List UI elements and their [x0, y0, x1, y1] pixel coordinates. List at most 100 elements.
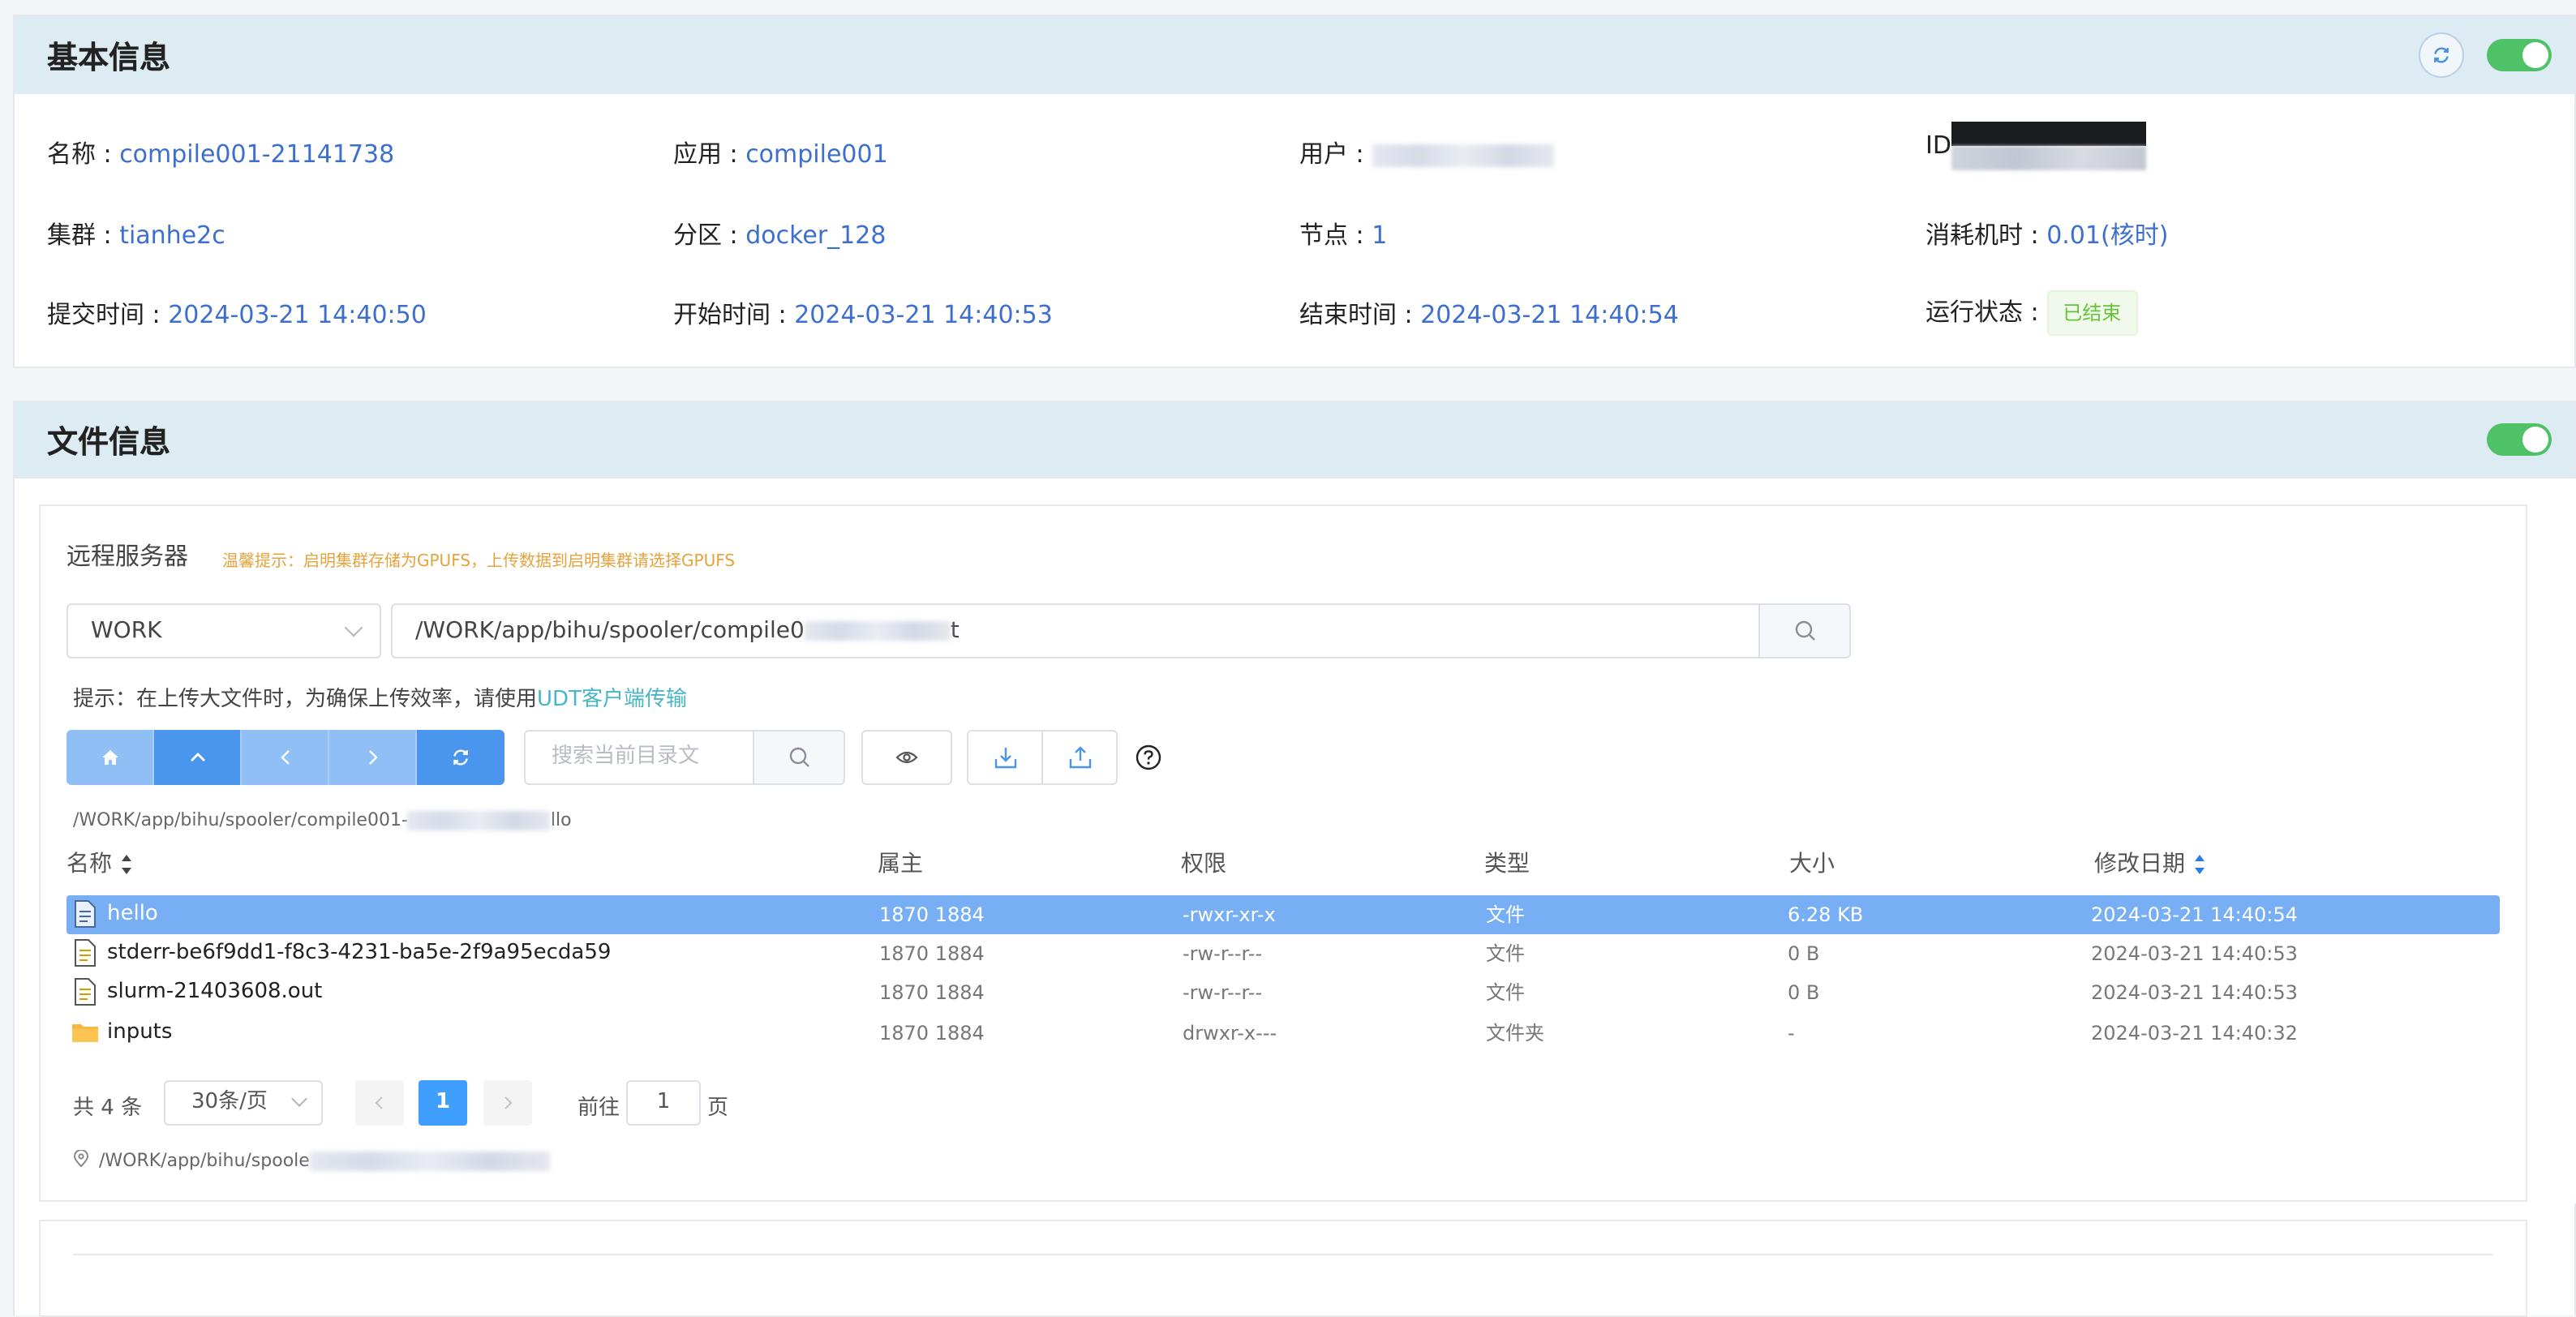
- id-value-redacted: [1951, 122, 2146, 170]
- file-info-title: 文件信息: [47, 424, 171, 460]
- chevron-down-icon: [344, 618, 363, 637]
- path-redacted: [804, 621, 951, 641]
- cost-field: 消耗机时 : 0.01(核时): [1926, 217, 2168, 251]
- submit-time-label: 提交时间 :: [47, 300, 169, 329]
- current-location-path: /WORK/app/bihu/spoole: [99, 1150, 310, 1171]
- reload-button[interactable]: [417, 730, 504, 785]
- id-field: ID: [1926, 122, 2146, 170]
- forward-button[interactable]: [329, 730, 417, 785]
- toggle-knob: [2522, 427, 2548, 453]
- file-type: 文件: [1486, 903, 1526, 926]
- file-name: hello: [107, 902, 158, 926]
- search-icon: [788, 747, 809, 767]
- start-time-value: 2024-03-21 14:40:53: [794, 300, 1053, 329]
- storage-select-value: WORK: [91, 618, 162, 644]
- start-time-label: 开始时间 :: [673, 300, 795, 329]
- download-button[interactable]: [967, 730, 1043, 785]
- chevron-left-icon: [375, 1096, 383, 1109]
- file-perm: -rwxr-xr-x: [1183, 903, 1276, 926]
- refresh-icon: [453, 749, 468, 766]
- column-header-perm-label: 权限: [1181, 852, 1226, 877]
- table-row[interactable]: slurm-21403608.out 1870 1884 -rw-r--r-- …: [67, 973, 2500, 1012]
- file-perm: -rw-r--r--: [1183, 942, 1263, 965]
- file-owner: 1870 1884: [879, 903, 985, 926]
- column-header-type: 类型: [1484, 847, 1530, 879]
- user-field: 用户 :: [1299, 136, 1554, 170]
- app-field: 应用 : compile001: [673, 136, 888, 170]
- dir-search-input[interactable]: 搜索当前目录文: [524, 730, 754, 785]
- table-row[interactable]: hello 1870 1884 -rwxr-xr-x 文件 6.28 KB 20…: [67, 895, 2500, 934]
- chevron-right-icon: [504, 1096, 513, 1109]
- file-size: 0 B: [1788, 981, 1820, 1004]
- remote-server-title: 远程服务器: [67, 542, 189, 571]
- upload-hint-text: 提示：在上传大文件时，为确保上传效率，请使用: [73, 688, 538, 712]
- refresh-icon: [2434, 47, 2449, 63]
- home-button[interactable]: [67, 730, 154, 785]
- file-info-header: 文件信息: [13, 401, 2576, 478]
- cost-value: 0.01(核时): [2046, 221, 2169, 250]
- path-input-value: /WORK/app/bihu/spooler/compile0: [415, 618, 805, 644]
- end-time-label: 结束时间 :: [1299, 300, 1421, 329]
- page-number-current[interactable]: 1: [419, 1080, 467, 1126]
- refresh-button[interactable]: [2419, 32, 2464, 78]
- goto-suffix: 页: [707, 1096, 729, 1121]
- submit-time-field: 提交时间 : 2024-03-21 14:40:50: [47, 297, 427, 331]
- parent-dir-button[interactable]: [154, 730, 242, 785]
- help-icon[interactable]: [1136, 744, 1161, 770]
- status-badge: 已结束: [2046, 290, 2138, 336]
- next-page-button[interactable]: [483, 1080, 532, 1126]
- location-pin-icon: [73, 1149, 89, 1168]
- status-field: 运行状态 : 已结束: [1926, 290, 2138, 336]
- divider: [73, 1254, 2493, 1255]
- name-value: compile001-21141738: [119, 139, 395, 169]
- toggle-hidden-button[interactable]: [861, 730, 952, 785]
- user-value-redacted: [1372, 144, 1554, 166]
- name-field: 名称 : compile001-21141738: [47, 136, 394, 170]
- status-label: 运行状态 :: [1926, 298, 2047, 327]
- table-row[interactable]: stderr-be6f9dd1-f8c3-4231-ba5e-2f9a95ecd…: [67, 934, 2500, 973]
- column-header-size: 大小: [1789, 847, 1835, 879]
- user-label: 用户 :: [1299, 139, 1372, 169]
- toggle-knob: [2522, 42, 2548, 68]
- udt-client-link[interactable]: UDT客户端传输: [537, 688, 687, 712]
- breadcrumb-tail: llo: [550, 809, 572, 830]
- upload-button[interactable]: [1041, 730, 1118, 785]
- end-time-value: 2024-03-21 14:40:54: [1420, 300, 1679, 329]
- file-name: slurm-21403608.out: [107, 980, 323, 1004]
- file-type: 文件夹: [1486, 1022, 1545, 1045]
- file-name: stderr-be6f9dd1-f8c3-4231-ba5e-2f9a95ecd…: [107, 941, 612, 965]
- column-header-name[interactable]: 名称: [67, 847, 133, 879]
- column-header-mtime[interactable]: 修改日期: [2094, 847, 2206, 879]
- file-name: inputs: [107, 1020, 173, 1045]
- breadcrumb-head: /WORK/app/bihu/spooler/compile001-: [73, 809, 408, 830]
- next-section-card: [39, 1220, 2527, 1317]
- cluster-value: tianhe2c: [119, 221, 225, 250]
- path-search-button[interactable]: [1758, 603, 1851, 658]
- nav-button-group: [67, 730, 504, 785]
- dir-search-button[interactable]: [753, 730, 845, 785]
- breadcrumb-redacted: [407, 811, 551, 830]
- file-info-toggle[interactable]: [2487, 423, 2552, 456]
- file-type: 文件: [1486, 981, 1526, 1004]
- basic-info-toggle[interactable]: [2487, 39, 2552, 71]
- back-button[interactable]: [242, 730, 329, 785]
- column-header-perm: 权限: [1181, 847, 1226, 879]
- storage-select[interactable]: WORK: [67, 603, 381, 658]
- goto-page-input[interactable]: 1: [626, 1080, 701, 1126]
- table-row[interactable]: inputs 1870 1884 drwxr-x--- 文件夹 - 2024-0…: [67, 1014, 2500, 1053]
- location-redacted: [309, 1152, 550, 1171]
- node-label: 节点 :: [1299, 221, 1372, 250]
- sort-icon: [2195, 855, 2206, 874]
- file-icon: [75, 978, 96, 1006]
- file-owner: 1870 1884: [879, 942, 985, 965]
- file-type: 文件: [1486, 942, 1526, 965]
- path-input[interactable]: /WORK/app/bihu/spooler/compile0 t: [391, 603, 1760, 658]
- file-icon: [75, 939, 96, 967]
- home-icon: [101, 750, 118, 765]
- start-time-field: 开始时间 : 2024-03-21 14:40:53: [673, 297, 1053, 331]
- prev-page-button[interactable]: [355, 1080, 404, 1126]
- chevron-up-icon: [190, 753, 204, 761]
- file-mtime: 2024-03-21 14:40:53: [2091, 942, 2298, 965]
- page-size-select[interactable]: 30条/页: [164, 1080, 323, 1126]
- pager-total: 共 4 条: [73, 1096, 143, 1121]
